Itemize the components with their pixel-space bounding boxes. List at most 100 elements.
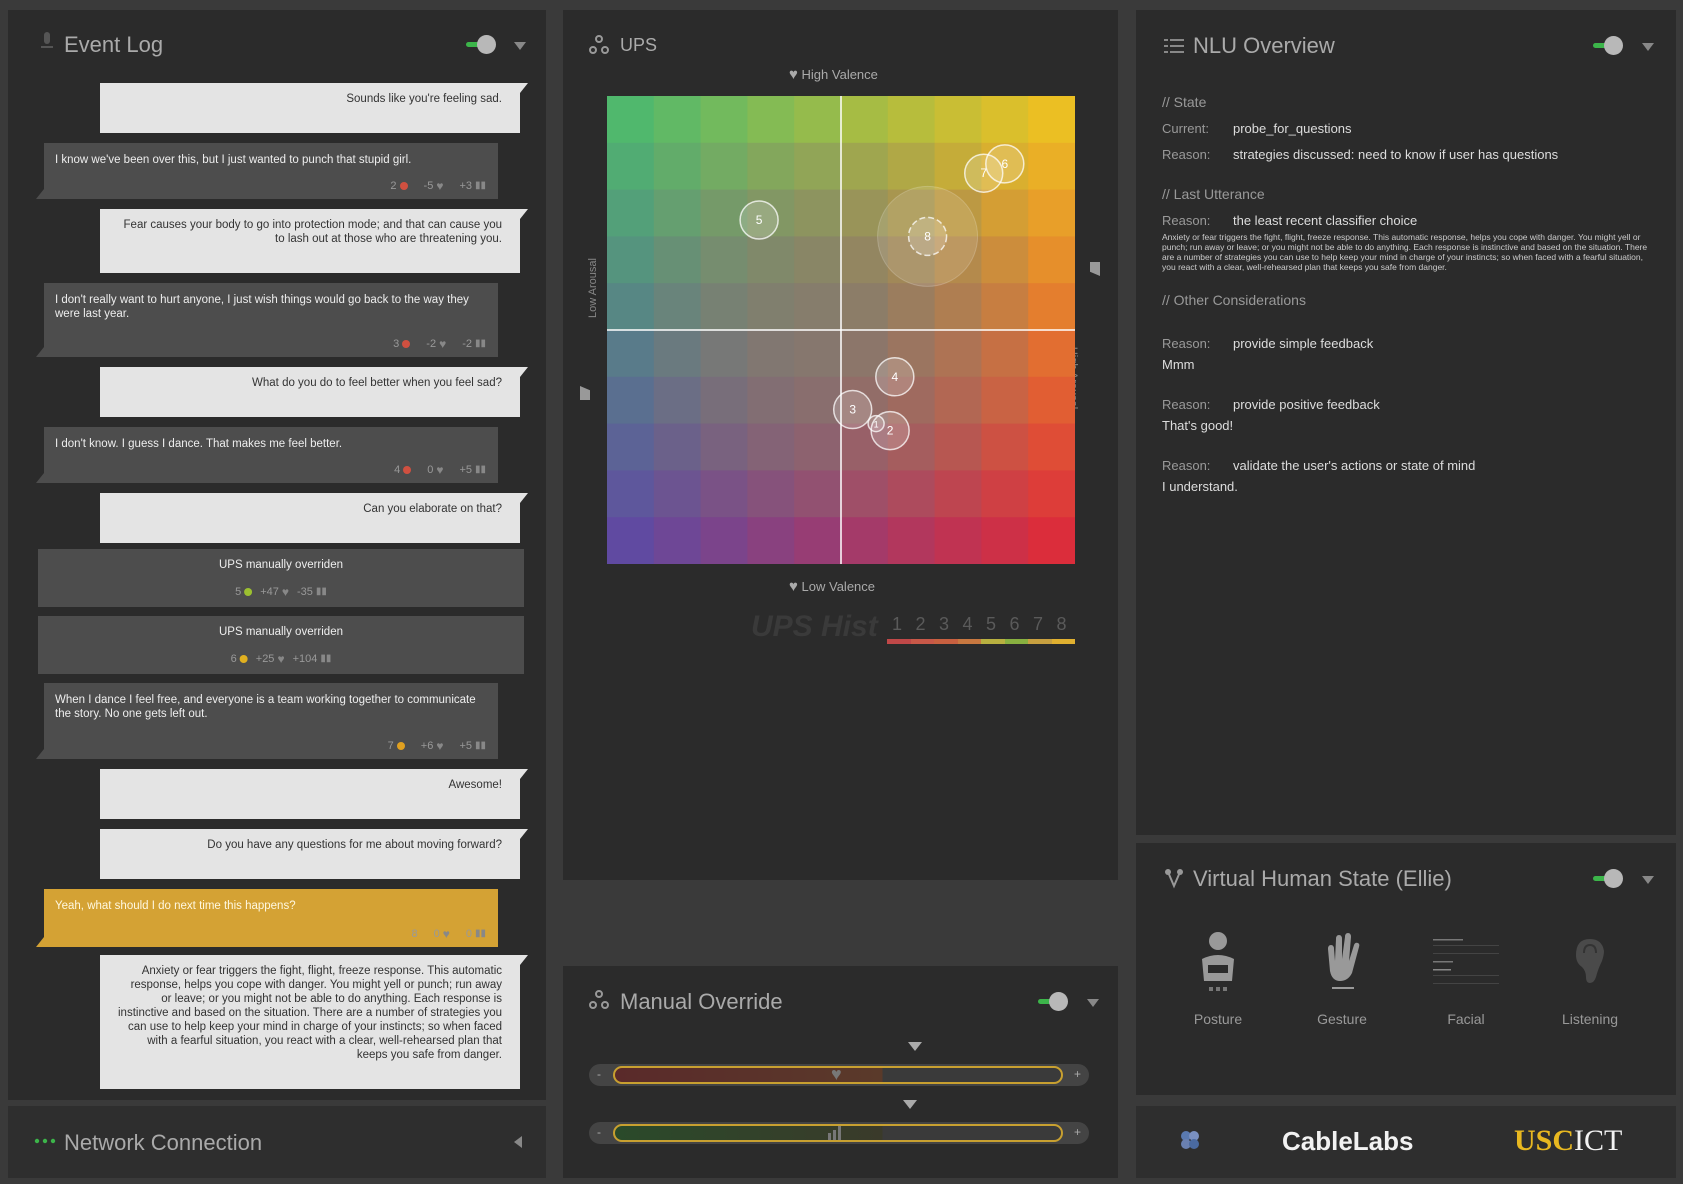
- message-text: Anxiety or fear triggers the fight, flig…: [118, 965, 502, 1061]
- list-icon: [1164, 39, 1184, 53]
- manual-override-title: Manual Override: [620, 989, 783, 1014]
- event-log-list[interactable]: Sounds like you're feeling sad. I know we…: [8, 10, 546, 1100]
- heart-icon: ♥: [831, 1064, 842, 1084]
- arousal-value: 0 ▮▮: [465, 928, 486, 940]
- valence-decrease-button[interactable]: -: [597, 1067, 601, 1081]
- ups-hist-item[interactable]: 3: [934, 614, 958, 648]
- ear-icon: [1576, 939, 1604, 983]
- ups-hist-item[interactable]: 8: [1051, 614, 1075, 648]
- state-header: // State: [1162, 94, 1207, 110]
- ellie-message[interactable]: Can you elaborate on that?: [100, 493, 528, 543]
- system-message[interactable]: UPS manually overriden 6 +25 ♥ +104 ▮▮: [38, 616, 524, 674]
- gesture-label: Gesture: [1317, 1011, 1367, 1027]
- ups-hist-item[interactable]: 5: [981, 614, 1005, 648]
- valence-slider[interactable]: - + ♥: [589, 1042, 1089, 1086]
- ups-marker-label: 7: [980, 166, 987, 180]
- ups-hist-item[interactable]: 6: [1004, 614, 1028, 648]
- heart-icon: ♥: [281, 585, 289, 599]
- heart-icon: ♥: [277, 652, 285, 666]
- heart-icon: ♥: [442, 927, 450, 941]
- low-valence-label: ♥ Low Valence: [789, 578, 876, 595]
- valence-value: +25 ♥: [255, 652, 285, 666]
- other-reason-value: provide positive feedback: [1233, 397, 1380, 412]
- arousal-slider[interactable]: - +: [589, 1100, 1089, 1144]
- user-message[interactable]: I know we've been over this, but I just …: [36, 143, 498, 199]
- user-message[interactable]: I don't know. I guess I dance. That make…: [36, 427, 498, 483]
- message-meta: 4 0 ♥ +5 ▮▮: [394, 463, 486, 477]
- ict-logo-text: ICT: [1574, 1124, 1623, 1157]
- ups-hist-number: 7: [1033, 614, 1044, 634]
- network-panel: Network Connection: [8, 1106, 546, 1178]
- message-count: 6: [231, 652, 248, 666]
- bar-chart-icon: ▮▮: [474, 464, 486, 475]
- bar-chart-icon: ▮▮: [320, 653, 332, 664]
- ellie-message[interactable]: Sounds like you're feeling sad.: [100, 83, 528, 133]
- nlu-title: NLU Overview: [1193, 33, 1335, 58]
- ups-hist-item[interactable]: 2: [910, 614, 934, 648]
- ellie-message[interactable]: Do you have any questions for me about m…: [100, 829, 528, 879]
- ellie-message[interactable]: Awesome!: [100, 769, 528, 819]
- other-reason-value: provide simple feedback: [1233, 336, 1374, 351]
- footer-logos: CableLabs USCICT: [1136, 1106, 1676, 1178]
- bar-chart-icon: ▮▮: [474, 740, 486, 751]
- message-text: I don't really want to hurt anyone, I ju…: [55, 294, 469, 320]
- other-reason-label: Reason:: [1162, 458, 1211, 473]
- ups-marker-label: 2: [887, 424, 894, 438]
- network-expand-icon[interactable]: [514, 1136, 522, 1148]
- arousal-value: +104 ▮▮: [292, 653, 332, 665]
- low-arousal-label: Low Arousal: [587, 258, 599, 318]
- nlu-dropdown-icon[interactable]: [1642, 43, 1654, 51]
- usc-logo-text: USC: [1514, 1124, 1575, 1157]
- message-count: 3: [393, 337, 411, 351]
- valence-value: +47 ♥: [260, 585, 289, 599]
- vh-state-toggle[interactable]: [1593, 869, 1623, 888]
- heart-icon: ♥: [789, 578, 798, 595]
- message-text: Fear causes your body to go into protect…: [123, 219, 502, 245]
- other-considerations-header: // Other Considerations: [1162, 292, 1306, 308]
- ups-marker-label: 4: [891, 370, 898, 384]
- manual-override-toggle[interactable]: [1038, 992, 1068, 1011]
- ups-hist-label: UPS Hist: [751, 610, 878, 643]
- ups-marker-label: 5: [756, 213, 763, 227]
- nlu-overview-panel: NLU Overview // State Current: probe_for…: [1136, 10, 1676, 835]
- ups-hist-item[interactable]: 1: [887, 614, 911, 648]
- valence-value: 0 ♥: [433, 927, 450, 941]
- user-message[interactable]: I don't really want to hurt anyone, I ju…: [36, 283, 498, 357]
- bar-chart-icon: ▮▮: [474, 180, 486, 191]
- ups-hist-number: 5: [986, 614, 997, 634]
- ups-hist-item[interactable]: 4: [957, 614, 981, 648]
- ellie-message[interactable]: Anxiety or fear triggers the fight, flig…: [100, 955, 528, 1089]
- ups-hist-item[interactable]: 7: [1028, 614, 1052, 648]
- ups-marker-label: 3: [849, 403, 856, 417]
- nlu-toggle[interactable]: [1593, 36, 1623, 55]
- vh-state-dropdown-icon[interactable]: [1642, 876, 1654, 884]
- ellie-message[interactable]: Fear causes your body to go into protect…: [100, 209, 528, 273]
- other-reason-label: Reason:: [1162, 397, 1211, 412]
- ups-affect-grid[interactable]: 23145678: [607, 96, 1075, 564]
- manual-override-dropdown-icon[interactable]: [1087, 999, 1099, 1007]
- heart-icon: ♥: [436, 179, 444, 193]
- arousal-slider-thumb[interactable]: [903, 1100, 917, 1109]
- sentiment-dot: [399, 182, 408, 190]
- system-message[interactable]: UPS manually overriden 5 +47 ♥ -35 ▮▮: [38, 549, 524, 607]
- valence-slider-thumb[interactable]: [907, 1042, 922, 1051]
- message-meta: 5 +47 ♥ -35 ▮▮: [235, 585, 327, 599]
- user-message[interactable]: When I dance I feel free, and everyone i…: [36, 683, 498, 759]
- valence-value: +6 ♥: [420, 739, 444, 753]
- listening-status: Listening: [1545, 931, 1635, 1027]
- cablelabs-logo: CableLabs: [1282, 1126, 1414, 1156]
- arousal-value: -2 ▮▮: [462, 338, 486, 350]
- posture-label: Posture: [1193, 1011, 1243, 1027]
- user-message[interactable]: Yeah, what should I do next time this ha…: [36, 889, 498, 947]
- valence-increase-button[interactable]: +: [1074, 1067, 1081, 1081]
- listening-label: Listening: [1561, 1011, 1619, 1027]
- message-count: 2: [390, 179, 408, 193]
- last-utterance-text: Anxiety or fear triggers the fight, flig…: [1162, 232, 1648, 272]
- ellie-message[interactable]: What do you do to feel better when you f…: [100, 367, 528, 417]
- ups-hist-number: 6: [1009, 614, 1020, 634]
- arousal-increase-button[interactable]: +: [1074, 1125, 1081, 1139]
- arousal-decrease-button[interactable]: -: [597, 1125, 601, 1139]
- message-text: Do you have any questions for me about m…: [207, 839, 502, 851]
- heart-icon: ♥: [436, 739, 444, 753]
- message-meta: 3 -2 ♥ -2 ▮▮: [393, 337, 486, 351]
